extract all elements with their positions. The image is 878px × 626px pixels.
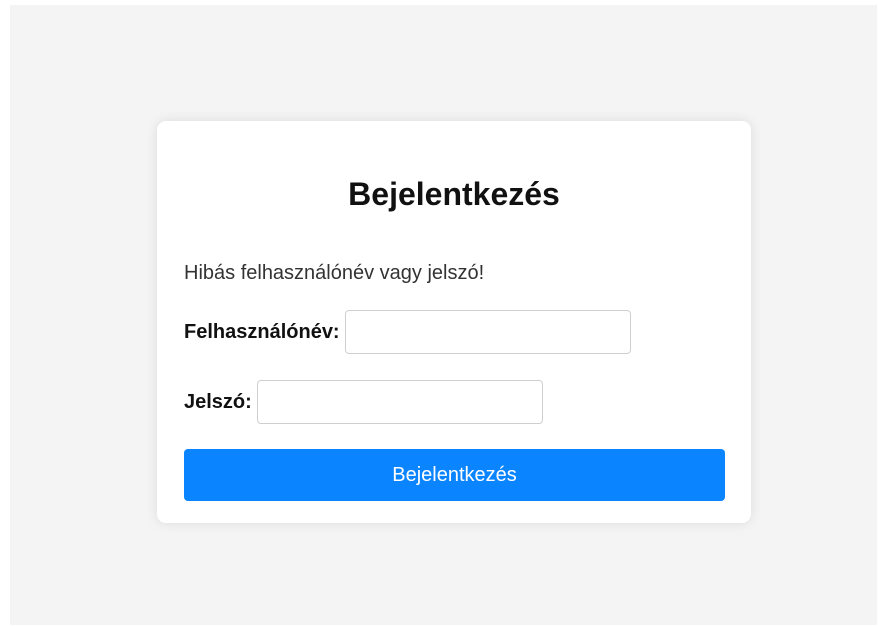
password-row: Jelszó: xyxy=(184,380,543,424)
login-card: Bejelentkezés Hibás felhasználónév vagy … xyxy=(157,121,751,523)
password-label: Jelszó: xyxy=(184,390,252,413)
password-input[interactable] xyxy=(256,380,543,424)
username-label: Felhasználónév: xyxy=(184,320,340,343)
login-submit-button[interactable]: Bejelentkezés xyxy=(184,449,725,501)
page-background: Bejelentkezés Hibás felhasználónév vagy … xyxy=(10,5,877,625)
page-title: Bejelentkezés xyxy=(348,176,560,212)
error-message: Hibás felhasználónév vagy jelszó! xyxy=(184,262,485,284)
username-input[interactable] xyxy=(344,310,631,354)
username-row: Felhasználónév: xyxy=(184,310,631,354)
